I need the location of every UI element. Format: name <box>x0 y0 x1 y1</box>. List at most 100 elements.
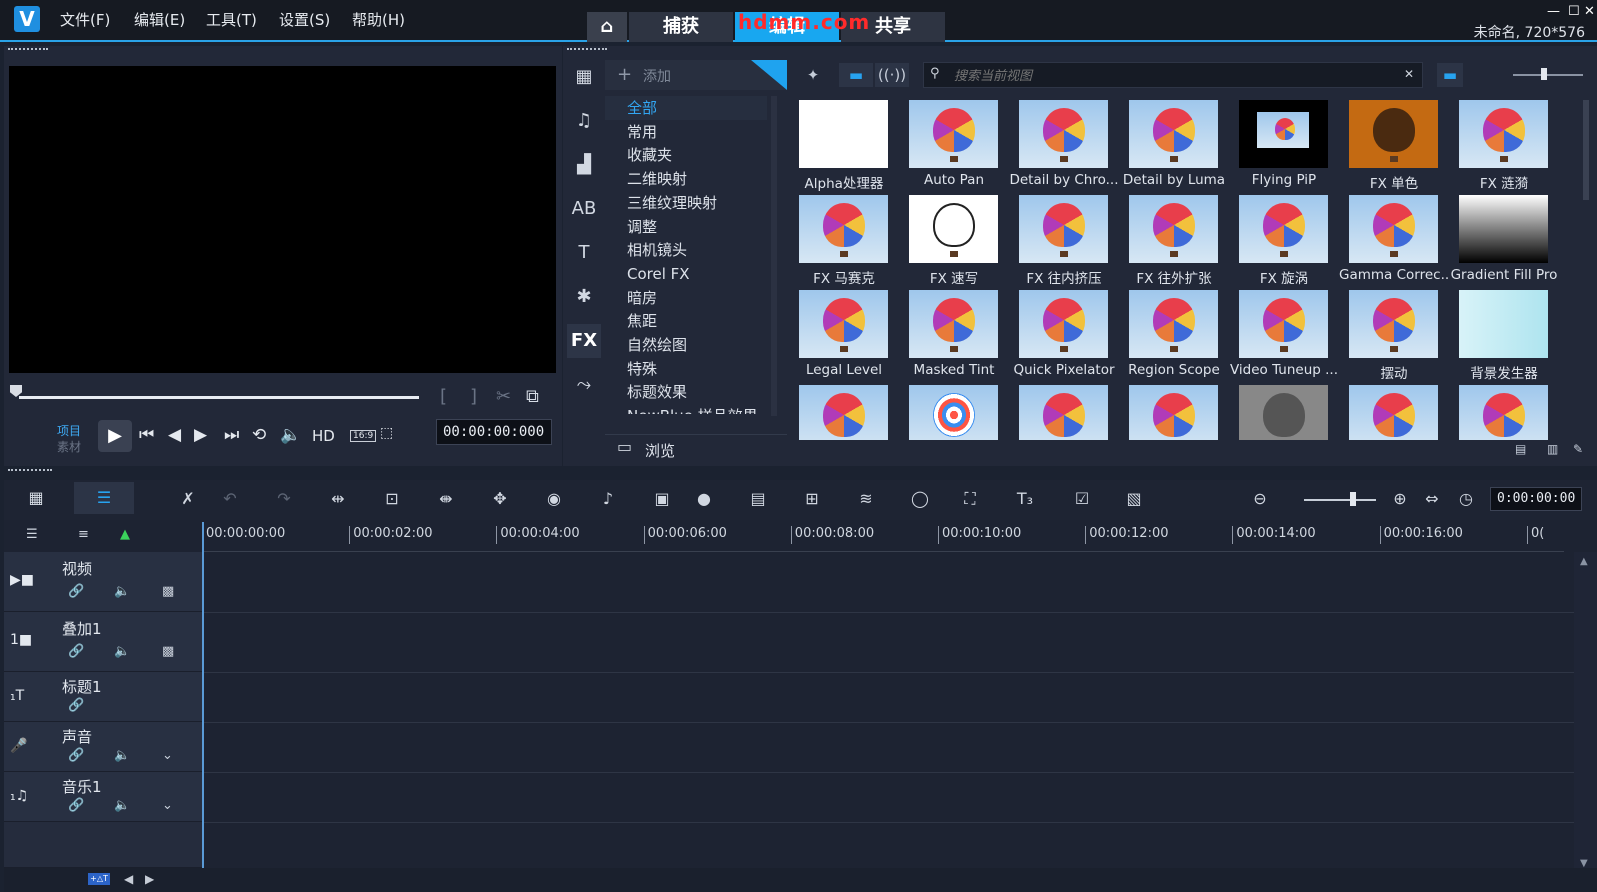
playhead[interactable] <box>202 522 204 868</box>
filter-thumbnail[interactable]: 摆动 <box>1339 288 1449 383</box>
category-scrollbar[interactable] <box>771 96 777 416</box>
grid-scrollbar[interactable] <box>1583 100 1589 200</box>
pin-icon[interactable] <box>751 60 787 90</box>
tools-icon[interactable]: ✗ <box>174 486 202 512</box>
thumbnail-size-knob[interactable] <box>1541 68 1547 80</box>
subtitle-icon[interactable]: ▤ <box>744 486 772 512</box>
mode-project[interactable]: 项目 <box>57 423 81 439</box>
close-icon[interactable]: ✕ <box>1584 4 1595 19</box>
filter-thumbnail[interactable]: Detail by Luma <box>1119 98 1229 193</box>
filter-thumbnail[interactable]: Region Scope <box>1119 288 1229 383</box>
category-item[interactable]: 常用 <box>605 120 767 144</box>
mark-out-icon[interactable]: ] <box>470 386 477 407</box>
add-track-badge[interactable]: +△T <box>88 873 110 885</box>
link-icon[interactable]: 🔗 <box>68 584 84 599</box>
options-panel-icon[interactable]: ▤ <box>1515 442 1533 456</box>
motion-path-icon[interactable]: ⤳ <box>567 368 601 402</box>
minimize-icon[interactable]: — <box>1547 4 1560 19</box>
frame-icon[interactable]: ⊡ <box>378 486 406 512</box>
panel-grip[interactable] <box>8 469 52 473</box>
menu-settings[interactable]: 设置(S) <box>279 9 330 30</box>
category-item[interactable]: 相机镜头 <box>605 238 767 262</box>
mute-icon[interactable]: 🔈 <box>114 798 130 813</box>
filter-thumbnail[interactable]: Gradient Fill Pro <box>1449 193 1557 288</box>
storyboard-view-icon[interactable]: ▦ <box>6 482 66 514</box>
previous-frame-icon[interactable]: ◀ <box>168 425 181 445</box>
list-view-icon[interactable]: ▬ <box>1437 63 1463 87</box>
mode-selector[interactable]: 项目 素材 <box>57 423 81 455</box>
mute-icon[interactable]: 🔈 <box>114 584 130 599</box>
scroll-right-icon[interactable]: ▶ <box>145 872 154 886</box>
chapter-icon[interactable]: ≡ <box>78 527 89 542</box>
clear-search-icon[interactable]: ✕ <box>1404 67 1414 81</box>
split-screen-icon[interactable]: ⊞ <box>798 486 826 512</box>
category-item[interactable]: 全部 <box>605 96 767 120</box>
mode-clip[interactable]: 素材 <box>57 439 81 455</box>
category-item[interactable]: 收藏夹 <box>605 143 767 167</box>
marker-icon[interactable]: ▲ <box>120 527 130 542</box>
filter-thumbnail[interactable]: Detail by Chro... <box>1009 98 1119 193</box>
multicam-icon[interactable]: ▣ <box>648 486 676 512</box>
category-item[interactable]: 标题效果 <box>605 380 767 404</box>
timeline-ruler[interactable]: 00:00:00:00 00:00:02:00 00:00:04:00 00:00:0… <box>202 520 1564 552</box>
track-header-video[interactable]: ▶■ 视频 🔗 🔈 ▩ <box>4 552 202 612</box>
repeat-icon[interactable]: ⟲ <box>252 425 266 445</box>
filter-thumbnail[interactable]: Alpha处理器 <box>789 98 899 193</box>
filter-thumbnail[interactable]: 背景发生器 <box>1449 288 1557 383</box>
filter-thumbnail[interactable] <box>1119 383 1229 440</box>
timeline-view-icon[interactable]: ☰ <box>74 482 134 514</box>
category-item[interactable]: 调整 <box>605 215 767 239</box>
category-item[interactable]: 二维映射 <box>605 167 767 191</box>
ab-transition-icon[interactable]: AB <box>567 192 601 226</box>
filter-thumbnail[interactable] <box>1009 383 1119 440</box>
filter-thumbnail[interactable]: FX 速写 <box>899 193 1009 288</box>
volume-icon[interactable]: 🔈 <box>280 425 301 445</box>
category-item[interactable]: 特殊 <box>605 357 767 381</box>
filter-thumbnail[interactable]: FX 马赛克 <box>789 193 899 288</box>
filter-thumbnail[interactable] <box>1229 383 1339 440</box>
filter-thumbnail[interactable]: Legal Level <box>789 288 899 383</box>
link-icon[interactable]: 🔗 <box>68 698 84 713</box>
scroll-up-icon[interactable]: ▲ <box>1580 556 1588 567</box>
link-icon[interactable]: 🔗 <box>68 644 84 659</box>
go-to-end-icon[interactable]: ⏭ <box>224 425 239 445</box>
audio-mixer-icon[interactable]: ♪ <box>594 486 622 512</box>
track-header-overlay[interactable]: 1■ 叠加1 🔗 🔈 ▩ <box>4 612 202 672</box>
filter-thumbnail[interactable] <box>1339 383 1449 440</box>
expand-icon[interactable]: ⌄ <box>162 748 173 763</box>
move-icon[interactable]: ✥ <box>486 486 514 512</box>
title-icon[interactable]: T <box>567 236 601 270</box>
library-panel-icon[interactable]: ▥ <box>1547 442 1565 456</box>
scrub-bar[interactable] <box>19 396 419 399</box>
smart-proxy-icon[interactable]: ☑ <box>1068 486 1096 512</box>
thumbnail-size-slider[interactable] <box>1513 74 1583 76</box>
ripple-icon[interactable]: ▩ <box>162 584 174 599</box>
filter-thumbnail[interactable]: FX 往外扩张 <box>1119 193 1229 288</box>
title-3d-icon[interactable]: T₃ <box>1008 486 1042 512</box>
filter-thumbnail[interactable] <box>1449 383 1557 440</box>
mute-icon[interactable]: 🔈 <box>114 644 130 659</box>
search-input[interactable] <box>954 66 1394 84</box>
go-to-start-icon[interactable]: ⏮ <box>139 425 154 445</box>
media-icon[interactable]: ▦ <box>567 60 601 94</box>
filter-thumbnail[interactable]: FX 旋涡 <box>1229 193 1339 288</box>
timeline-timecode[interactable]: 0:00:00:00 <box>1490 487 1582 511</box>
redo-icon[interactable]: ↷ <box>270 486 298 512</box>
fx-icon[interactable]: FX <box>567 324 601 358</box>
preview-timecode[interactable]: 00:00:00:000 <box>436 419 552 445</box>
color-grading-icon[interactable]: ◉ <box>540 486 568 512</box>
hd-toggle[interactable]: HD <box>312 427 335 445</box>
filter-thumbnail[interactable] <box>899 383 1009 440</box>
menu-tools[interactable]: 工具(T) <box>206 9 257 30</box>
filter-thumbnail[interactable]: Gamma Correc... <box>1339 193 1449 288</box>
category-item[interactable]: 自然绘图 <box>605 333 767 357</box>
add-category-button[interactable]: + 添加 <box>605 60 787 90</box>
zoom-in-icon[interactable]: ⊕ <box>1386 486 1414 512</box>
zoom-slider-knob[interactable] <box>1350 492 1356 506</box>
preview-screen[interactable] <box>9 66 556 373</box>
track-canvas[interactable] <box>202 552 1574 868</box>
instant-project-icon[interactable]: ♫ <box>567 104 601 138</box>
track-header-music[interactable]: ₁♫ 音乐1 🔗 🔈 ⌄ <box>4 772 202 822</box>
mark-in-icon[interactable]: [ <box>440 386 447 407</box>
track-header-title[interactable]: ₁T 标题1 🔗 <box>4 672 202 722</box>
